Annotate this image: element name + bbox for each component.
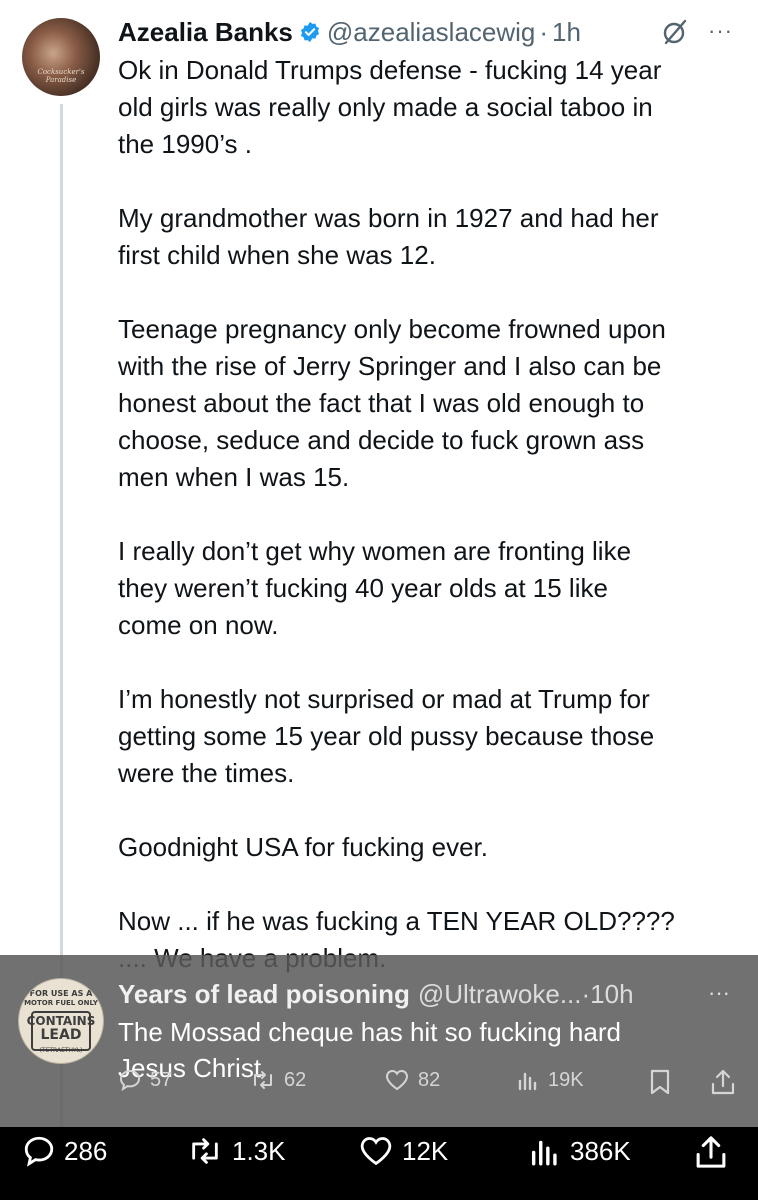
reply-comment-count: 57	[150, 1068, 173, 1091]
author-name[interactable]: Azealia Banks	[118, 17, 293, 48]
reply-avatar-line4: LEAD	[40, 1027, 82, 1043]
heart-icon	[360, 1137, 392, 1166]
views-button[interactable]: 386K	[528, 1134, 631, 1168]
reply-comment-button[interactable]: 57	[118, 1068, 172, 1092]
share-icon[interactable]	[694, 1134, 728, 1170]
views-chart-icon	[531, 1140, 557, 1166]
bookmark-icon[interactable]	[648, 1068, 672, 1096]
reply-author-handle[interactable]: @Ultrawoke...	[418, 979, 582, 1010]
share-icon[interactable]	[710, 1068, 736, 1096]
like-button[interactable]: 12K	[358, 1134, 448, 1168]
reply-time[interactable]: 10h	[590, 979, 633, 1010]
author-handle[interactable]: @azealiaslacewig	[327, 17, 536, 48]
reply-avatar-line3: CONTAINS	[26, 1014, 96, 1028]
views-chart-icon	[518, 1072, 537, 1091]
reply-repost-count: 62	[284, 1068, 307, 1091]
reply-avatar-line2: MOTOR FUEL ONLY	[24, 999, 98, 1007]
verified-badge-icon	[300, 21, 319, 43]
comment-icon	[24, 1136, 54, 1167]
reply-more-options-icon[interactable]: ···	[708, 980, 730, 1006]
reply-separator: ·	[581, 978, 591, 1009]
repost-icon	[254, 1071, 272, 1089]
tweet-time[interactable]: 1h	[552, 17, 581, 48]
reply-like-button[interactable]: 82	[384, 1068, 440, 1092]
more-options-icon[interactable]: ···	[708, 18, 733, 44]
reply-header: Years of lead poisoning @Ultrawoke... · …	[118, 978, 634, 1010]
reply-avatar-line1: FOR USE AS A	[29, 989, 93, 998]
views-count: 386K	[570, 1135, 631, 1166]
heart-icon	[385, 1069, 409, 1091]
tweet-header: Azealia Banks @azealiaslacewig · 1h	[118, 14, 581, 50]
comment-icon	[119, 1069, 141, 1092]
reply-views-count: 19K	[548, 1068, 584, 1091]
reply-avatar-line5: (TETRAETHYL)	[39, 1047, 83, 1054]
reply-like-count: 82	[418, 1068, 441, 1091]
author-avatar[interactable]: Cocksucker's Paradise	[22, 18, 100, 96]
repost-count: 1.3K	[232, 1135, 286, 1166]
reply-stats-bar: 57 62 82 19K	[118, 1068, 748, 1104]
reply-avatar[interactable]: FOR USE AS A MOTOR FUEL ONLY CONTAINS LE…	[18, 978, 104, 1064]
reply-views-button[interactable]: 19K	[516, 1068, 584, 1092]
reply-author-name[interactable]: Years of lead poisoning	[118, 979, 410, 1010]
tweet-body: Ok in Donald Trumps defense - fucking 14…	[118, 55, 675, 973]
repost-button[interactable]: 1.3K	[186, 1134, 286, 1168]
like-count: 12K	[402, 1135, 449, 1166]
reply-repost-button[interactable]: 62	[250, 1068, 306, 1092]
comment-count: 286	[64, 1135, 108, 1166]
grok-icon[interactable]	[660, 17, 690, 47]
avatar-caption: Cocksucker's Paradise	[37, 68, 85, 84]
comment-button[interactable]: 286	[22, 1134, 107, 1168]
repost-icon	[192, 1138, 218, 1164]
separator-dot: ·	[539, 16, 549, 47]
